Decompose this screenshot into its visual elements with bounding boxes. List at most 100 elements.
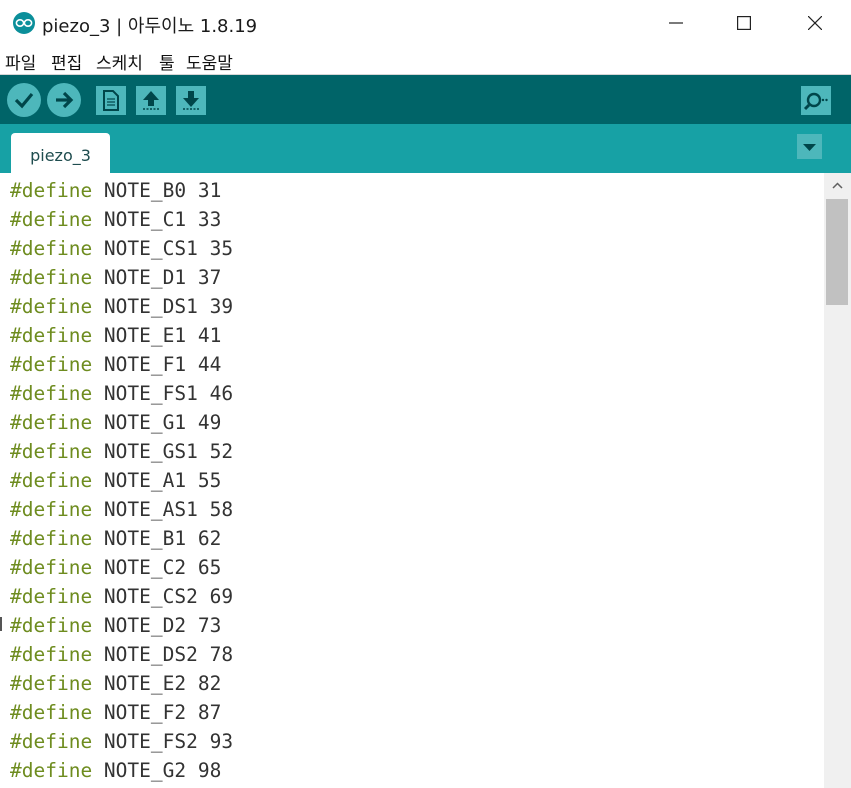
code-keyword: #define: [10, 614, 93, 637]
vertical-scrollbar[interactable]: [824, 173, 851, 788]
code-line: #define NOTE_AS1 58: [10, 495, 233, 524]
code-keyword: #define: [10, 556, 93, 579]
maximize-icon: [737, 16, 751, 30]
serial-monitor-button[interactable]: [801, 86, 831, 115]
maximize-button[interactable]: [709, 0, 779, 46]
code-line: #define NOTE_CS2 69: [10, 582, 233, 611]
verify-button[interactable]: [7, 83, 41, 117]
tab-bar: piezo_3: [0, 124, 851, 173]
code-text: NOTE_F1 44: [92, 353, 222, 376]
code-keyword: #define: [10, 498, 93, 521]
code-keyword: #define: [10, 759, 93, 782]
code-keyword: #define: [10, 382, 93, 405]
code-text: NOTE_D2 73: [92, 614, 222, 637]
upload-icon: [56, 91, 74, 109]
code-keyword: #define: [10, 353, 93, 376]
code-line: #define NOTE_B1 62: [10, 524, 221, 553]
menu-sketch[interactable]: 스케치: [96, 49, 143, 74]
code-keyword: #define: [10, 469, 93, 492]
code-text: NOTE_AS1 58: [92, 498, 234, 521]
code-line: #define NOTE_C2 65: [10, 553, 221, 582]
menu-edit[interactable]: 편집: [51, 49, 82, 74]
code-keyword: #define: [10, 730, 93, 753]
serial-monitor-icon: [803, 92, 828, 111]
code-text: NOTE_FS2 93: [92, 730, 234, 753]
code-keyword: #define: [10, 295, 93, 318]
menu-file[interactable]: 파일: [5, 49, 36, 74]
menu-tools[interactable]: 툴: [159, 49, 175, 74]
code-text: NOTE_E2 82: [92, 672, 222, 695]
code-text: NOTE_A1 55: [92, 469, 222, 492]
code-line: #define NOTE_G1 49: [10, 408, 221, 437]
code-text: NOTE_FS1 46: [92, 382, 234, 405]
title-bar: piezo_3 | 아두이노 1.8.19: [0, 0, 851, 46]
scrollbar-thumb[interactable]: [826, 199, 848, 305]
close-icon: [808, 16, 822, 30]
new-sketch-button[interactable]: [96, 86, 126, 115]
code-text: NOTE_DS2 78: [92, 643, 234, 666]
code-keyword: #define: [10, 237, 93, 260]
close-button[interactable]: [780, 0, 850, 46]
arduino-logo-icon: [13, 12, 35, 34]
window-title: piezo_3 | 아두이노 1.8.19: [42, 16, 258, 37]
save-icon: [183, 91, 199, 110]
code-line: #define NOTE_E1 41: [10, 321, 221, 350]
chevron-down-icon: [803, 144, 816, 151]
code-text: NOTE_B1 62: [92, 527, 222, 550]
menu-help[interactable]: 도움말: [186, 49, 233, 74]
code-keyword: #define: [10, 585, 93, 608]
code-keyword: #define: [10, 324, 93, 347]
code-keyword: #define: [10, 411, 93, 434]
toolbar: [0, 75, 851, 124]
tab-label: piezo_3: [30, 146, 91, 165]
verify-icon: [14, 92, 34, 109]
save-sketch-button[interactable]: [176, 86, 206, 115]
code-keyword: #define: [10, 179, 93, 202]
code-keyword: #define: [10, 527, 93, 550]
code-keyword: #define: [10, 701, 93, 724]
code-line: #define NOTE_G2 98: [10, 756, 221, 785]
code-line: #define NOTE_D1 37: [10, 263, 221, 292]
tab-piezo-3[interactable]: piezo_3: [11, 133, 110, 173]
code-line: #define NOTE_FS1 46: [10, 379, 233, 408]
minimize-button[interactable]: [641, 0, 711, 46]
new-icon: [103, 90, 119, 111]
code-text: NOTE_CS1 35: [92, 237, 234, 260]
gutter-marker: [0, 617, 2, 631]
code-text: NOTE_C1 33: [92, 208, 222, 231]
code-text: NOTE_C2 65: [92, 556, 222, 579]
open-icon: [143, 91, 159, 110]
code-text: NOTE_D1 37: [92, 266, 222, 289]
code-line: #define NOTE_D2 73: [10, 611, 221, 640]
code-text: NOTE_E1 41: [92, 324, 222, 347]
code-line: #define NOTE_FS2 93: [10, 727, 233, 756]
code-keyword: #define: [10, 672, 93, 695]
tab-menu-button[interactable]: [797, 134, 822, 159]
code-line: #define NOTE_F2 87: [10, 698, 221, 727]
code-keyword: #define: [10, 208, 93, 231]
code-line: #define NOTE_DS2 78: [10, 640, 233, 669]
code-text: NOTE_G2 98: [92, 759, 222, 782]
chevron-up-icon: [832, 182, 843, 189]
code-text: NOTE_GS1 52: [92, 440, 234, 463]
code-line: #define NOTE_GS1 52: [10, 437, 233, 466]
code-text: NOTE_CS2 69: [92, 585, 234, 608]
scroll-up-button[interactable]: [824, 173, 851, 197]
code-keyword: #define: [10, 266, 93, 289]
upload-button[interactable]: [47, 83, 81, 117]
code-text: NOTE_B0 31: [92, 179, 222, 202]
minimize-icon: [669, 22, 683, 24]
menu-bar: 파일 편집 스케치 툴 도움말: [0, 46, 851, 75]
code-line: #define NOTE_C1 33: [10, 205, 221, 234]
code-text: NOTE_F2 87: [92, 701, 222, 724]
code-line: #define NOTE_B0 31: [10, 176, 221, 205]
code-line: #define NOTE_F1 44: [10, 350, 221, 379]
open-sketch-button[interactable]: [136, 86, 166, 115]
code-line: #define NOTE_DS1 39: [10, 292, 233, 321]
code-keyword: #define: [10, 643, 93, 666]
code-editor[interactable]: #define NOTE_B0 31 #define NOTE_C1 33 #d…: [0, 173, 824, 788]
code-line: #define NOTE_E2 82: [10, 669, 221, 698]
code-line: #define NOTE_A1 55: [10, 466, 221, 495]
code-text: NOTE_G1 49: [92, 411, 222, 434]
code-line: #define NOTE_CS1 35: [10, 234, 233, 263]
